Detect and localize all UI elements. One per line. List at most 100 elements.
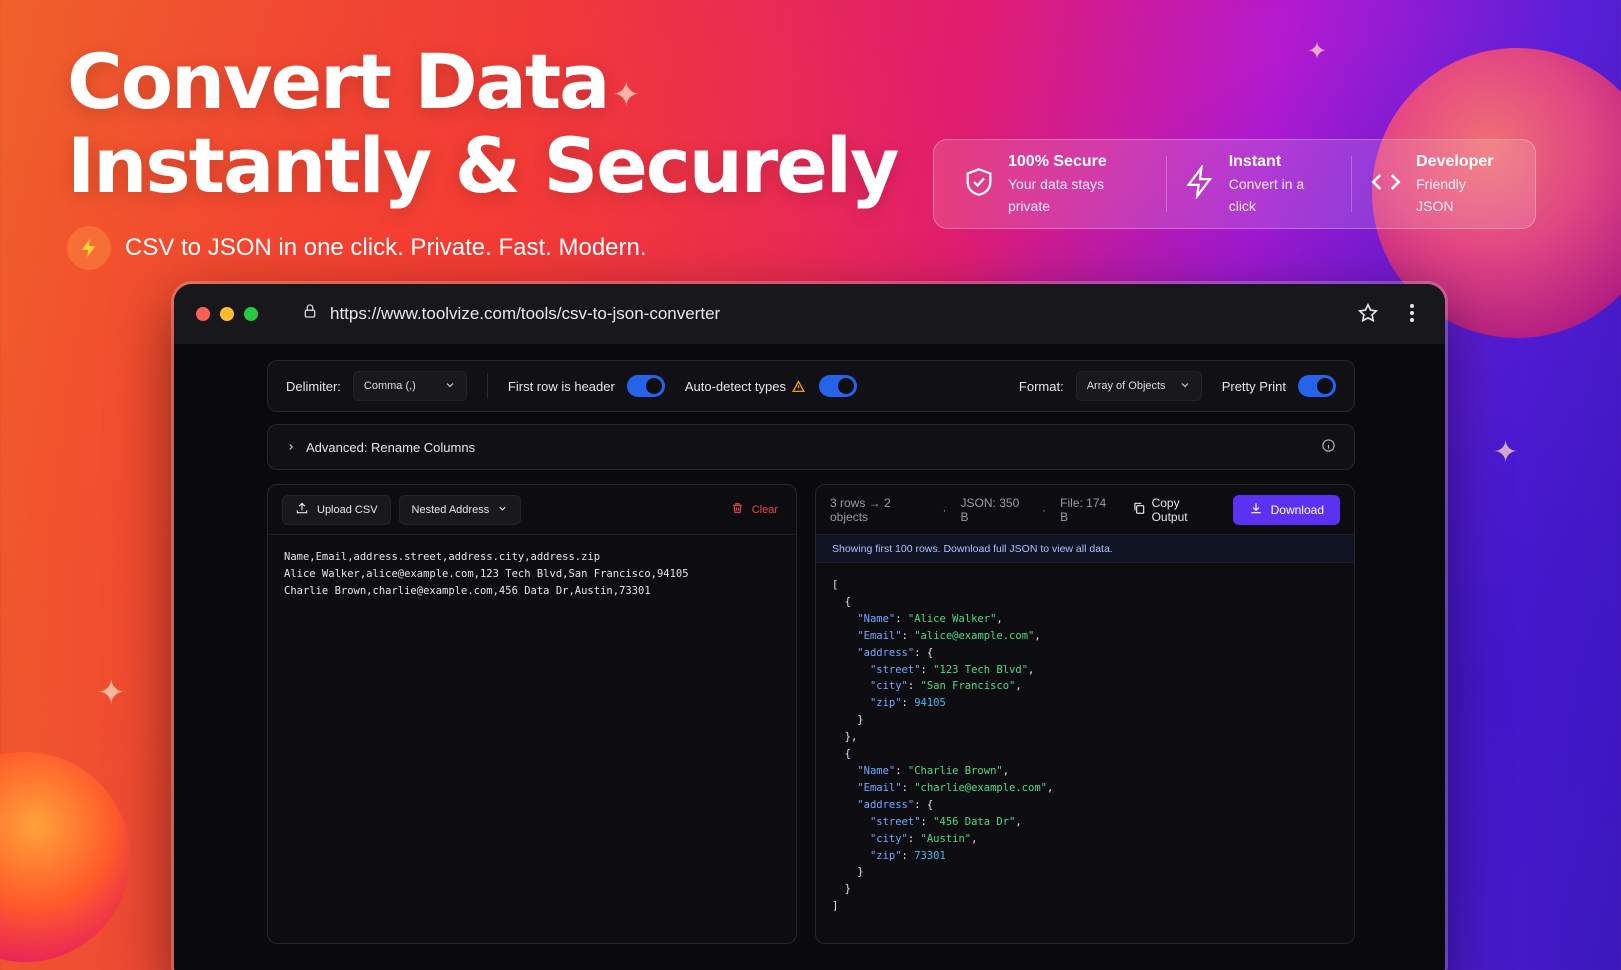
header-toggle-label: First row is header	[507, 378, 615, 394]
json-line: "city": "San Francisco",	[869, 680, 1022, 693]
pretty-print-toggle[interactable]	[1298, 375, 1336, 397]
options-toolbar: Delimiter: Comma (,) First row is header…	[267, 360, 1355, 412]
feature-subtitle: Convert in a click	[1228, 176, 1305, 214]
json-value: Austin	[926, 832, 965, 845]
json-line: "address": {	[857, 798, 934, 811]
sample-label: Nested Address	[411, 503, 490, 516]
trash-icon	[731, 501, 744, 518]
feature-secure: 100% Secure Your data stays private	[946, 153, 1166, 214]
chevron-down-icon	[444, 379, 456, 394]
format-label: Format:	[1018, 378, 1064, 394]
json-value: 73301	[914, 849, 946, 862]
json-line: }	[832, 866, 864, 879]
chevron-down-icon	[1179, 379, 1191, 394]
close-window-button[interactable]	[196, 307, 210, 321]
star-icon[interactable]	[1357, 302, 1379, 329]
info-icon[interactable]	[1321, 438, 1336, 456]
stat-separator: ·	[1042, 502, 1047, 517]
page-content: Delimiter: Comma (,) First row is header…	[174, 344, 1445, 970]
sparkle-icon: ✦	[1307, 38, 1328, 65]
output-panel-header: 3 rows → 2 objects · JSON: 350 B · File:…	[816, 485, 1354, 535]
download-button[interactable]: Download	[1232, 494, 1340, 525]
json-line: {	[832, 595, 851, 608]
csv-line: Name,Email,address.street,address.city,a…	[284, 551, 601, 563]
divider	[486, 373, 488, 399]
json-value: 456 Data Dr	[939, 815, 1010, 828]
json-value: alice@example.com	[920, 629, 1029, 642]
json-line: ]	[832, 900, 839, 913]
copy-icon	[1132, 501, 1146, 518]
feature-strip: 100% Secure Your data stays private Inst…	[933, 139, 1536, 229]
json-line: "address": {	[857, 646, 934, 659]
json-line: },	[832, 731, 858, 744]
header-toggle[interactable]	[626, 375, 665, 397]
json-line: {	[832, 748, 851, 761]
csv-line: Charlie Brown,charlie@example.com,456 Da…	[284, 585, 651, 597]
advanced-label: Advanced: Rename Columns	[306, 439, 476, 455]
json-value: Charlie Brown	[914, 764, 997, 777]
format-select[interactable]: Array of Objects	[1075, 371, 1202, 401]
planet-decoration-left	[0, 752, 130, 962]
json-line: "zip": 94105	[869, 697, 946, 710]
json-line: "Email": "charlie@example.com",	[857, 781, 1054, 794]
row-limit-notice: Showing first 100 rows. Download full JS…	[816, 535, 1354, 563]
json-line: [	[832, 579, 839, 591]
hero-title-line1: Convert Data	[67, 37, 610, 126]
browser-titlebar: https://www.toolvize.com/tools/csv-to-js…	[174, 284, 1445, 344]
sparkle-icon: ✦	[97, 674, 126, 712]
json-line: "Email": "alice@example.com",	[857, 629, 1041, 642]
sample-select[interactable]: Nested Address	[398, 494, 522, 525]
json-line: }	[832, 883, 851, 896]
json-value: San Francisco	[926, 680, 1010, 693]
json-output-panel: 3 rows → 2 objects · JSON: 350 B · File:…	[815, 484, 1355, 944]
json-line: "street": "123 Tech Blvd",	[869, 663, 1035, 676]
download-label: Download	[1270, 502, 1324, 517]
code-icon	[1368, 165, 1404, 204]
json-output: [ { "Name": "Alice Walker", "Email": "al…	[816, 563, 1354, 929]
delimiter-select[interactable]: Comma (,)	[352, 371, 467, 401]
copy-output-button[interactable]: Copy Output	[1132, 496, 1217, 524]
json-size-stat: JSON: 350 B	[960, 495, 1020, 524]
download-icon	[1249, 501, 1263, 518]
bolt-icon	[67, 226, 111, 270]
feature-title: 100% Secure	[1008, 153, 1107, 170]
json-line: "zip": 73301	[869, 849, 946, 862]
rows-stat: 3 rows → 2 objects	[830, 495, 891, 524]
clear-button[interactable]: Clear	[731, 501, 782, 518]
clear-label: Clear	[751, 503, 778, 516]
csv-input-panel: Upload CSV Nested Address Clear Name,Ema…	[267, 484, 797, 944]
feature-subtitle: Your data stays private	[1008, 176, 1104, 214]
json-value: Alice Walker	[914, 612, 991, 625]
json-line: }	[832, 714, 864, 727]
lock-icon	[302, 302, 318, 325]
stat-separator: ·	[942, 502, 947, 517]
upload-csv-label: Upload CSV	[317, 503, 378, 516]
file-size-stat: File: 174 B	[1060, 495, 1107, 524]
json-value: 123 Tech Blvd	[939, 663, 1022, 676]
output-stats: 3 rows → 2 objects · JSON: 350 B · File:…	[830, 496, 1116, 524]
delimiter-label: Delimiter:	[286, 378, 341, 394]
csv-textarea[interactable]: Name,Email,address.street,address.city,a…	[268, 535, 796, 614]
minimize-window-button[interactable]	[220, 307, 234, 321]
hero-title: Convert Data Instantly & Securely	[67, 37, 900, 208]
json-line: "city": "Austin",	[869, 832, 978, 845]
advanced-rename-columns[interactable]: Advanced: Rename Columns	[267, 424, 1355, 470]
json-line: "Name": "Charlie Brown",	[857, 764, 1010, 777]
copy-output-label: Copy Output	[1151, 495, 1188, 524]
kebab-menu-icon[interactable]	[1409, 303, 1415, 328]
upload-icon	[295, 501, 309, 518]
delimiter-value: Comma (,)	[363, 380, 416, 392]
maximize-window-button[interactable]	[244, 307, 258, 321]
sparkle-icon: ✦	[1493, 436, 1519, 469]
input-panel-header: Upload CSV Nested Address Clear	[268, 485, 796, 535]
feature-developer: Developer Friendly JSON	[1351, 153, 1523, 214]
feature-title: Instant	[1228, 153, 1282, 170]
hero-subtitle-row: CSV to JSON in one click. Private. Fast.…	[67, 226, 647, 270]
json-value: charlie@example.com	[920, 781, 1041, 794]
address-bar[interactable]: https://www.toolvize.com/tools/csv-to-js…	[302, 302, 720, 325]
json-line: "street": "456 Data Dr",	[869, 815, 1022, 828]
autodetect-toggle[interactable]	[819, 375, 857, 397]
feature-subtitle: Friendly JSON	[1416, 176, 1466, 214]
chevron-down-icon	[497, 503, 508, 517]
upload-csv-button[interactable]: Upload CSV	[282, 494, 391, 525]
